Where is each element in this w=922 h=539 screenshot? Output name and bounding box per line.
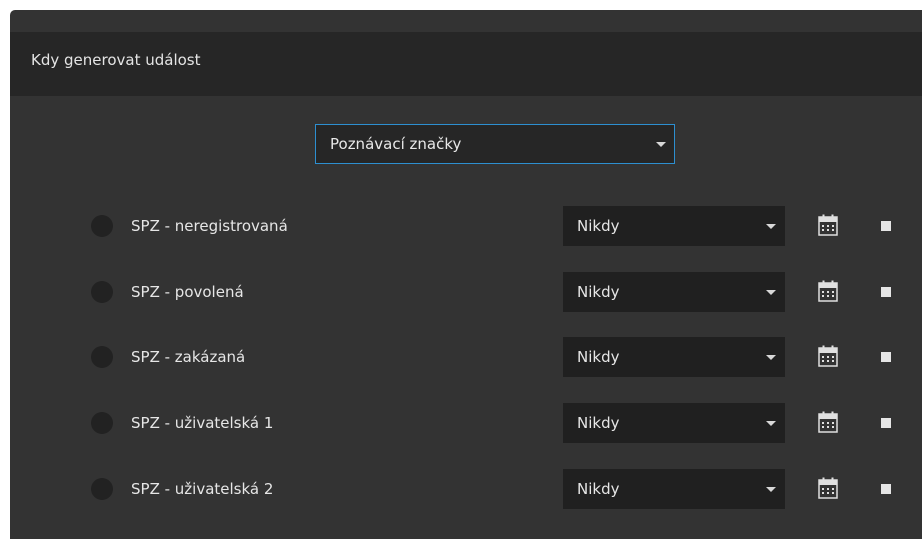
schedule-select[interactable]: Nikdy [563, 206, 785, 246]
trigger-type-select-value: Poznávací značky [330, 135, 462, 153]
stop-square-icon[interactable] [881, 484, 891, 494]
stop-square-icon[interactable] [881, 287, 891, 297]
trigger-row: SPZ - povolená Nikdy [10, 272, 922, 312]
row-label: SPZ - neregistrovaná [131, 217, 288, 235]
calendar-icon[interactable] [818, 345, 838, 367]
chevron-down-icon [766, 487, 776, 492]
chevron-down-icon [766, 290, 776, 295]
schedule-select[interactable]: Nikdy [563, 403, 785, 443]
trigger-row: SPZ - zakázaná Nikdy [10, 337, 922, 377]
schedule-select-value: Nikdy [577, 414, 620, 432]
row-label: SPZ - povolená [131, 283, 244, 301]
stop-square-icon[interactable] [881, 352, 891, 362]
trigger-type-select[interactable]: Poznávací značky [315, 124, 675, 164]
trigger-row: SPZ - uživatelská 1 Nikdy [10, 403, 922, 443]
chevron-down-icon [766, 421, 776, 426]
row-label: SPZ - zakázaná [131, 348, 246, 366]
chevron-down-icon [766, 355, 776, 360]
stop-square-icon[interactable] [881, 221, 891, 231]
chevron-down-icon [766, 224, 776, 229]
row-label: SPZ - uživatelská 2 [131, 480, 274, 498]
schedule-select[interactable]: Nikdy [563, 272, 785, 312]
stop-square-icon[interactable] [881, 418, 891, 428]
row-radio[interactable] [91, 412, 113, 434]
trigger-row: SPZ - neregistrovaná Nikdy [10, 206, 922, 246]
event-trigger-panel: Kdy generovat událost Poznávací značky S… [10, 10, 922, 539]
calendar-icon[interactable] [818, 214, 838, 236]
calendar-icon[interactable] [818, 477, 838, 499]
calendar-icon[interactable] [818, 280, 838, 302]
calendar-icon[interactable] [818, 411, 838, 433]
chevron-down-icon [656, 142, 666, 147]
trigger-row: SPZ - uživatelská 2 Nikdy [10, 469, 922, 509]
row-label: SPZ - uživatelská 1 [131, 414, 274, 432]
schedule-select-value: Nikdy [577, 348, 620, 366]
row-radio[interactable] [91, 215, 113, 237]
schedule-select-value: Nikdy [577, 283, 620, 301]
schedule-select[interactable]: Nikdy [563, 337, 785, 377]
panel-header: Kdy generovat událost [10, 32, 922, 96]
schedule-select-value: Nikdy [577, 217, 620, 235]
row-radio[interactable] [91, 346, 113, 368]
schedule-select-value: Nikdy [577, 480, 620, 498]
panel-title: Kdy generovat událost [31, 51, 201, 69]
row-radio[interactable] [91, 281, 113, 303]
schedule-select[interactable]: Nikdy [563, 469, 785, 509]
row-radio[interactable] [91, 478, 113, 500]
